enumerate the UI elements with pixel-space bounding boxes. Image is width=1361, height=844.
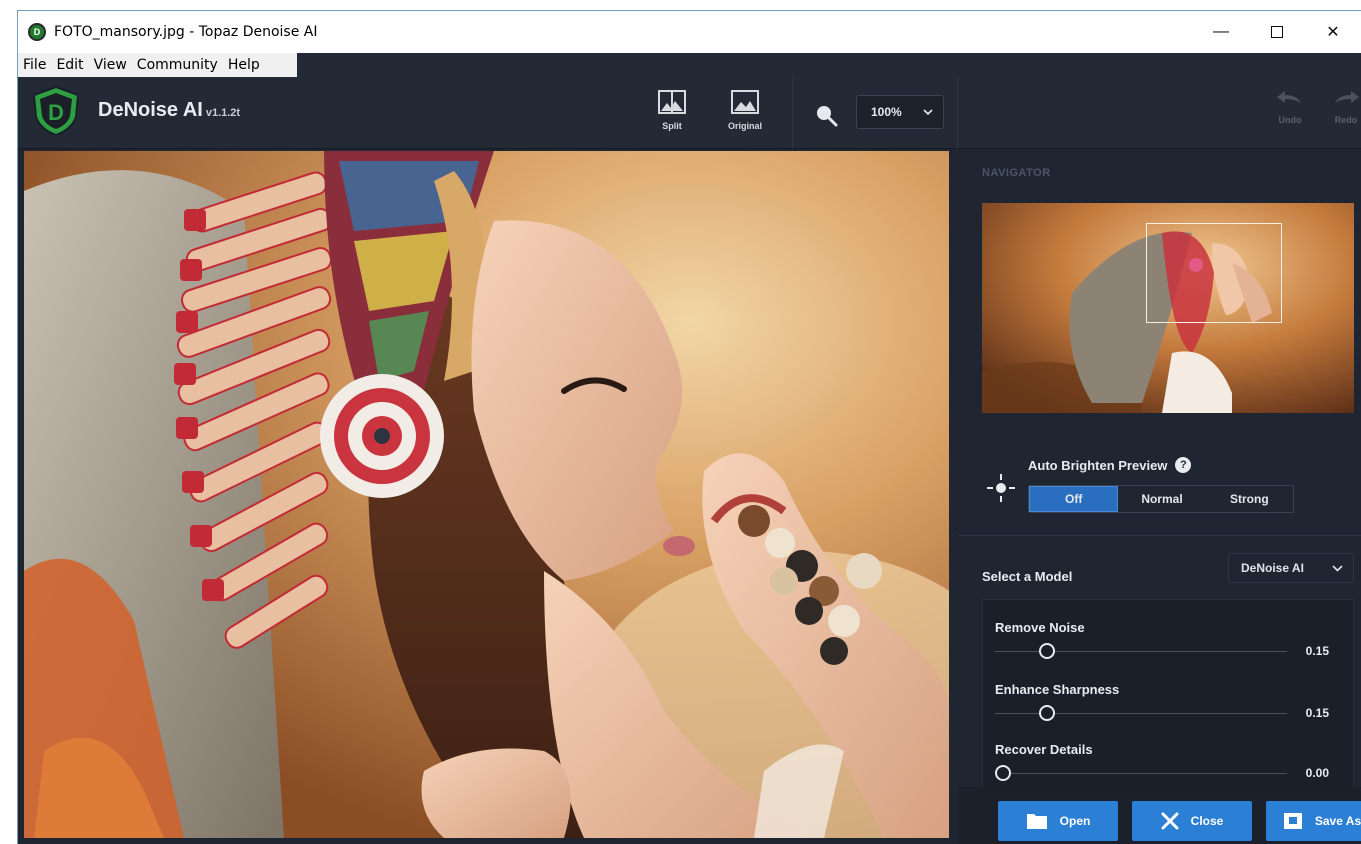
enhance-sharpness-thumb[interactable]	[1038, 705, 1055, 721]
redo-button[interactable]: Redo	[1324, 89, 1361, 139]
redo-label: Redo	[1334, 115, 1358, 125]
original-image-icon	[731, 90, 759, 114]
recover-details-track[interactable]	[995, 773, 1287, 774]
brighten-option-off[interactable]: Off	[1029, 486, 1119, 512]
photo-preview-image	[24, 151, 949, 838]
app-window: D FOTO_mansory.jpg - Topaz Denoise AI — …	[17, 10, 1361, 844]
menu-bar: File Edit View Community Help	[18, 53, 297, 77]
close-button[interactable]: Close	[1132, 801, 1252, 841]
auto-brighten-label: Auto Brighten Preview ?	[1028, 457, 1192, 473]
window-controls: — ✕	[1193, 11, 1361, 53]
save-as-button[interactable]: Save As	[1266, 801, 1361, 841]
open-button[interactable]: Open	[998, 801, 1118, 841]
close-label: Close	[1190, 814, 1224, 828]
remove-noise-thumb[interactable]	[1038, 643, 1055, 659]
navigator-title: NAVIGATOR	[982, 167, 1051, 179]
toolbar-separator	[957, 77, 958, 149]
enhance-sharpness-slider-row: Enhance Sharpness 0.15	[995, 682, 1343, 732]
folder-icon	[1026, 814, 1047, 829]
zoom-icon[interactable]	[814, 103, 838, 127]
control-panel: NAVIGATOR Auto Brighten Preview ? Off No…	[958, 151, 1361, 844]
menu-view[interactable]: View	[89, 57, 132, 73]
zoom-level-select[interactable]: 100%	[856, 95, 944, 129]
title-bar: D FOTO_mansory.jpg - Topaz Denoise AI — …	[18, 11, 1361, 53]
help-icon[interactable]: ?	[1175, 457, 1192, 473]
toolbar-separator	[792, 77, 793, 149]
recover-details-label: Recover Details	[995, 742, 1093, 757]
save-icon	[1283, 813, 1302, 829]
panel-divider	[958, 535, 1361, 536]
brand-version: v1.1.2t	[205, 107, 241, 119]
close-icon	[1161, 812, 1179, 830]
undo-button[interactable]: Undo	[1268, 89, 1312, 139]
chevron-down-icon	[1332, 564, 1343, 572]
save-as-label: Save As	[1314, 814, 1361, 828]
remove-noise-value: 0.15	[1305, 644, 1329, 658]
original-view-button[interactable]: Original	[716, 85, 774, 141]
menu-bar-filler	[297, 53, 1361, 77]
brand-name: DeNoise AI	[98, 99, 203, 121]
close-window-button[interactable]: ✕	[1305, 11, 1361, 53]
svg-text:D: D	[48, 100, 64, 125]
maximize-icon	[1271, 26, 1283, 38]
model-settings-box: Remove Noise 0.15 Enhance Sharpness 0.15…	[982, 599, 1354, 789]
menu-help[interactable]: Help	[223, 57, 265, 73]
brighten-option-normal[interactable]: Normal	[1118, 486, 1205, 512]
denoise-logo-icon: D	[32, 85, 80, 137]
enhance-sharpness-value: 0.15	[1305, 706, 1329, 720]
brightness-icon	[987, 474, 1015, 502]
undo-icon	[1277, 91, 1301, 103]
undo-label: Undo	[1278, 115, 1302, 125]
image-canvas[interactable]	[24, 151, 949, 838]
split-label: Split	[662, 121, 682, 131]
open-label: Open	[1059, 814, 1091, 828]
model-value: DeNoise AI	[1241, 561, 1304, 575]
original-label: Original	[727, 121, 762, 131]
model-select[interactable]: DeNoise AI	[1228, 553, 1354, 583]
auto-brighten-toggle: Off Normal Strong	[1028, 485, 1294, 513]
minimize-button[interactable]: —	[1193, 11, 1249, 53]
recover-details-thumb[interactable]	[995, 765, 1011, 781]
toolbar: D DeNoise AI v1.1.2t Split Original 100%…	[18, 77, 1361, 149]
maximize-button[interactable]	[1249, 11, 1305, 53]
action-bar: Open Close Save As	[958, 787, 1361, 844]
navigator-viewport-box[interactable]	[1146, 223, 1282, 323]
auto-brighten-text: Auto Brighten Preview	[1028, 457, 1168, 473]
select-model-label: Select a Model	[982, 569, 1073, 584]
redo-icon	[1335, 91, 1359, 103]
navigator-thumbnail[interactable]	[982, 203, 1354, 413]
recover-details-value: 0.00	[1305, 766, 1329, 780]
app-brand: DeNoise AI v1.1.2t	[98, 99, 240, 122]
menu-file[interactable]: File	[18, 57, 51, 73]
brighten-option-strong[interactable]: Strong	[1206, 486, 1293, 512]
split-view-icon	[658, 90, 686, 114]
chevron-down-icon	[923, 109, 933, 115]
remove-noise-slider-row: Remove Noise 0.15	[995, 620, 1343, 670]
menu-edit[interactable]: Edit	[51, 57, 88, 73]
zoom-value: 100%	[871, 105, 902, 119]
enhance-sharpness-label: Enhance Sharpness	[995, 682, 1120, 697]
remove-noise-label: Remove Noise	[995, 620, 1085, 635]
recover-details-slider-row: Recover Details 0.00	[995, 742, 1343, 792]
window-title: FOTO_mansory.jpg - Topaz Denoise AI	[54, 24, 318, 40]
split-view-button[interactable]: Split	[643, 85, 701, 141]
menu-community[interactable]: Community	[132, 57, 223, 73]
app-logo-icon: D	[28, 23, 46, 41]
